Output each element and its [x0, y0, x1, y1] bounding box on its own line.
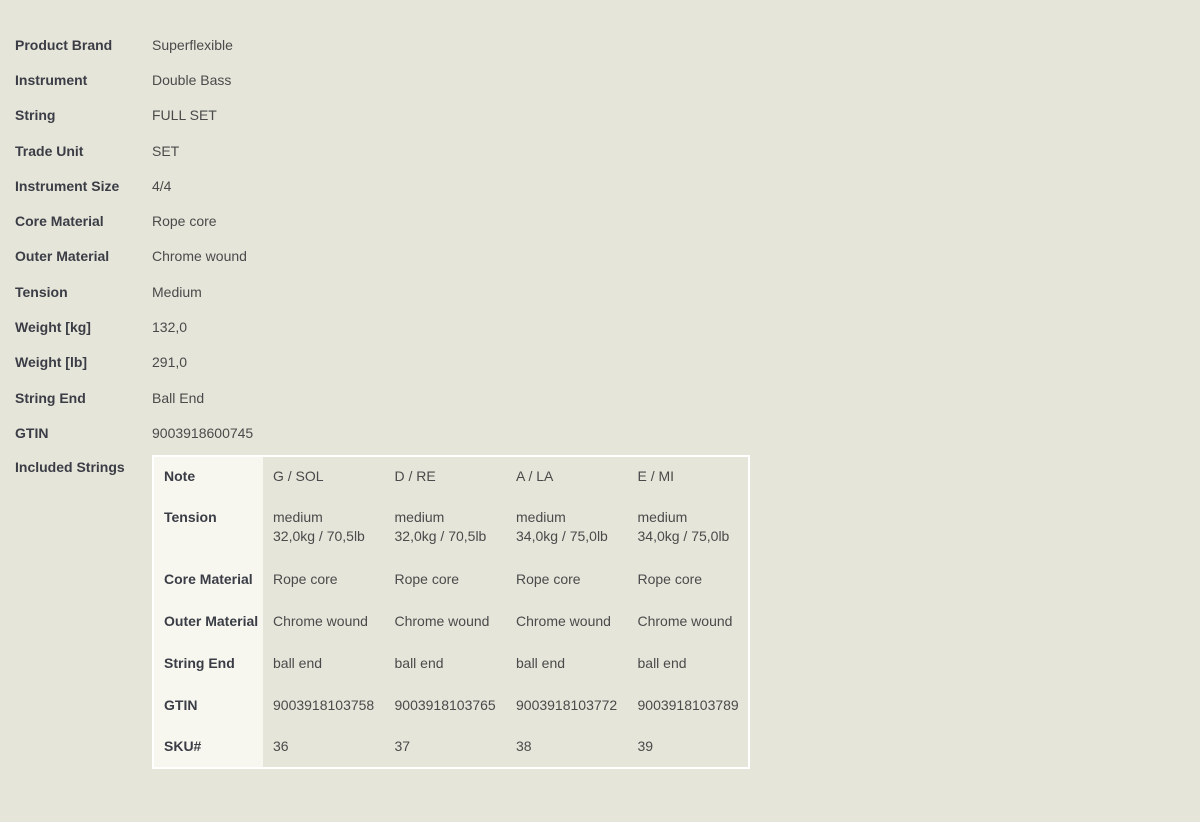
row-header-sku: SKU# [153, 725, 263, 768]
spec-label: Instrument Size [15, 177, 120, 194]
note-cell: G / SOL [273, 468, 324, 485]
spec-row-core-material: Core Material Rope core [15, 203, 775, 238]
gtin-cell: 9003918103789 [637, 696, 739, 713]
spec-row-instrument-size: Instrument Size 4/4 [15, 168, 775, 203]
tension-weight: 32,0kg / 70,5lb [273, 528, 365, 545]
tension-cell: medium 34,0kg / 75,0lb [628, 496, 750, 558]
spec-row-weight-lb: Weight [lb] 291,0 [15, 345, 775, 380]
spec-value: Chrome wound [152, 248, 247, 265]
spec-value: SET [152, 142, 180, 159]
string-end-cell: ball end [516, 654, 566, 671]
tension-cell: medium 32,0kg / 70,5lb [263, 496, 385, 558]
note-cell: D / RE [394, 468, 436, 485]
spec-label: String End [15, 389, 86, 406]
table-row-tension: Tension medium 32,0kg / 70,5lb medium 32… [153, 495, 750, 558]
gtin-cell: 9003918103765 [394, 696, 496, 713]
table-row-sku: SKU# 36 37 38 39 [153, 725, 749, 768]
gtin-cell: 9003918103758 [273, 696, 375, 713]
spec-value: Medium [152, 283, 202, 300]
spec-row-weight-kg: Weight [kg] 132,0 [15, 309, 775, 344]
tension-cell: medium 34,0kg / 75,0lb [506, 496, 628, 558]
spec-value: Superflexible [152, 36, 233, 53]
included-strings-label: Included Strings [15, 458, 125, 475]
row-header-core-material: Core Material [153, 557, 263, 600]
spec-value: Ball End [152, 389, 205, 406]
tension-level: medium [394, 509, 445, 526]
table-row-note: Note G / SOL D / RE A / LA E / MI [153, 455, 749, 496]
row-header-tension: Tension [153, 495, 263, 558]
note-cell: E / MI [637, 468, 675, 485]
spec-label: Tension [15, 283, 68, 300]
string-end-cell: ball end [637, 654, 687, 671]
included-strings-section: Included Strings Note G / SOL D / RE A /… [15, 454, 775, 769]
tension-weight: 34,0kg / 75,0lb [516, 528, 608, 545]
row-header-outer-material: Outer Material [153, 599, 263, 642]
spec-value: 4/4 [152, 177, 172, 194]
spec-label: Instrument [15, 71, 88, 88]
tension-cell: medium 32,0kg / 70,5lb [385, 496, 507, 558]
spec-label: Product Brand [15, 36, 113, 53]
core-material-cell: Rope core [516, 570, 581, 587]
sku-cell: 36 [273, 738, 289, 755]
tension-weight: 32,0kg / 70,5lb [394, 528, 487, 545]
string-end-cell: ball end [394, 654, 444, 671]
included-strings-table: Note G / SOL D / RE A / LA E / MI Tensio… [152, 454, 750, 769]
spec-row-tension: Tension Medium [15, 274, 775, 309]
row-header-note: Note [153, 455, 263, 496]
tension-level: medium [637, 509, 688, 526]
spec-row-trade-unit: Trade Unit SET [15, 133, 775, 168]
product-specs: Product Brand Superflexible Instrument D… [15, 27, 775, 769]
spec-row-outer-material: Outer Material Chrome wound [15, 239, 775, 274]
spec-row-instrument: Instrument Double Bass [15, 62, 775, 97]
tension-level: medium [273, 509, 323, 526]
spec-value: FULL SET [152, 107, 217, 124]
spec-label: GTIN [15, 424, 49, 441]
core-material-cell: Rope core [273, 570, 338, 587]
tension-weight: 34,0kg / 75,0lb [637, 528, 730, 545]
spec-value: Rope core [152, 213, 217, 230]
spec-row-string: String FULL SET [15, 98, 775, 133]
table-row-string-end: String End ball end ball end ball end ba… [153, 641, 749, 684]
string-end-cell: ball end [273, 654, 323, 671]
spec-label: Outer Material [15, 248, 110, 265]
spec-label: Weight [kg] [15, 319, 91, 336]
outer-material-cell: Chrome wound [273, 612, 368, 629]
spec-label: Weight [lb] [15, 354, 88, 371]
gtin-cell: 9003918103772 [516, 696, 618, 713]
row-header-gtin: GTIN [153, 683, 263, 726]
page: { "specs": [ {"label": "Product Brand", … [0, 0, 1200, 822]
spec-label: Core Material [15, 213, 104, 230]
table-row-outer-material: Outer Material Chrome wound Chrome wound… [153, 599, 749, 642]
spec-value: Double Bass [152, 71, 232, 88]
core-material-cell: Rope core [394, 570, 460, 587]
sku-cell: 37 [394, 738, 411, 755]
table-row-gtin: GTIN 9003918103758 9003918103765 9003918… [153, 683, 749, 726]
core-material-cell: Rope core [637, 570, 703, 587]
outer-material-cell: Chrome wound [394, 612, 490, 629]
spec-row-string-end: String End Ball End [15, 380, 775, 415]
spec-row-gtin: GTIN 9003918600745 [15, 415, 775, 450]
outer-material-cell: Chrome wound [516, 612, 611, 629]
spec-label: String [15, 107, 56, 124]
row-header-string-end: String End [153, 641, 263, 684]
note-cell: A / LA [516, 468, 554, 485]
spec-value: 291,0 [152, 354, 188, 371]
sku-cell: 38 [516, 738, 532, 755]
table-row-core-material: Core Material Rope core Rope core Rope c… [153, 557, 749, 600]
sku-cell: 39 [637, 738, 654, 755]
outer-material-cell: Chrome wound [637, 612, 733, 629]
spec-label: Trade Unit [15, 142, 84, 159]
spec-row-product-brand: Product Brand Superflexible [15, 27, 775, 62]
spec-value: 9003918600745 [152, 424, 254, 441]
spec-value: 132,0 [152, 319, 188, 336]
tension-level: medium [516, 509, 566, 526]
